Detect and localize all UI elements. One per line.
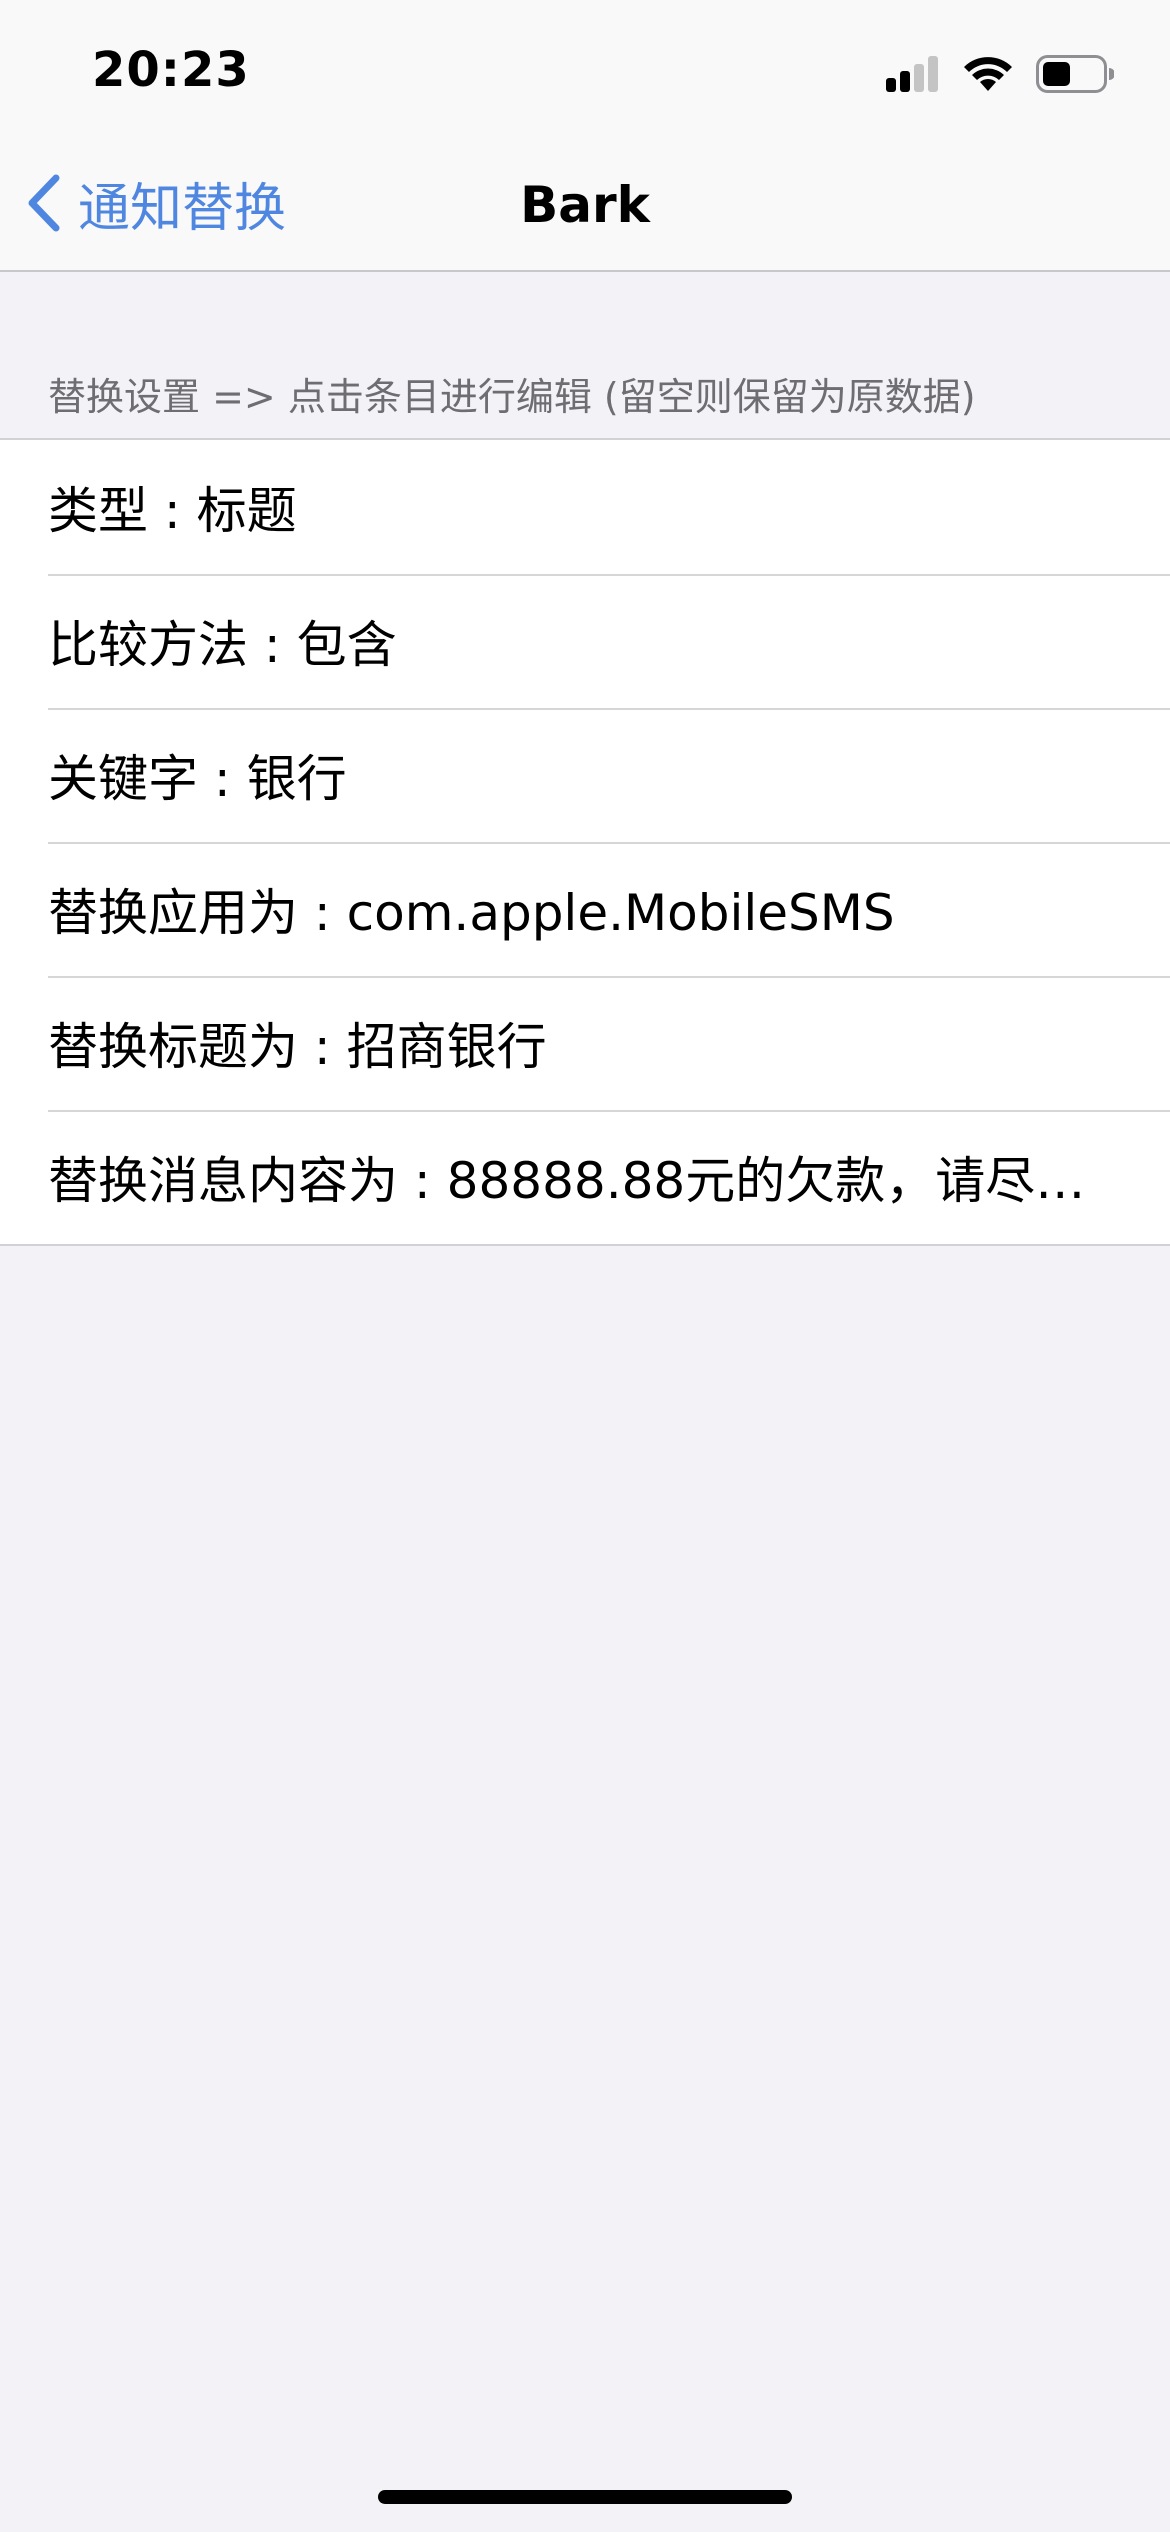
- list-item-label: 类型 : 标题: [48, 482, 297, 540]
- list-item-label: 关键字 : 银行: [48, 750, 347, 808]
- list-item-compare-method[interactable]: 比较方法 : 包含: [0, 574, 1170, 708]
- list-item-keyword[interactable]: 关键字 : 银行: [0, 708, 1170, 842]
- list-item-replace-body[interactable]: 替换消息内容为 : 88888.88元的欠款，请尽…: [0, 1110, 1170, 1244]
- settings-list: 类型 : 标题 比较方法 : 包含 关键字 : 银行 替换应用为 : com.a…: [0, 438, 1170, 1246]
- status-icons: [886, 50, 1114, 98]
- section-header: 替换设置 => 点击条目进行编辑 (留空则保留为原数据): [48, 375, 976, 419]
- list-item-label: 比较方法 : 包含: [48, 616, 397, 674]
- status-time: 20:23: [92, 42, 250, 98]
- status-bar: 20:23: [0, 0, 1170, 132]
- list-item-type[interactable]: 类型 : 标题: [0, 440, 1170, 574]
- wifi-icon: [964, 57, 1012, 91]
- home-indicator[interactable]: [378, 2490, 792, 2504]
- cellular-signal-icon: [886, 56, 938, 92]
- list-item-replace-app[interactable]: 替换应用为 : com.apple.MobileSMS: [0, 842, 1170, 976]
- list-item-label: 替换消息内容为 : 88888.88元的欠款，请尽…: [48, 1152, 1086, 1210]
- page-title: Bark: [520, 176, 650, 234]
- navigation-bar: 通知替换 Bark: [0, 132, 1170, 272]
- battery-icon: [1036, 55, 1114, 93]
- list-item-replace-title[interactable]: 替换标题为 : 招商银行: [0, 976, 1170, 1110]
- list-item-label: 替换应用为 : com.apple.MobileSMS: [48, 884, 895, 942]
- list-item-label: 替换标题为 : 招商银行: [48, 1018, 547, 1076]
